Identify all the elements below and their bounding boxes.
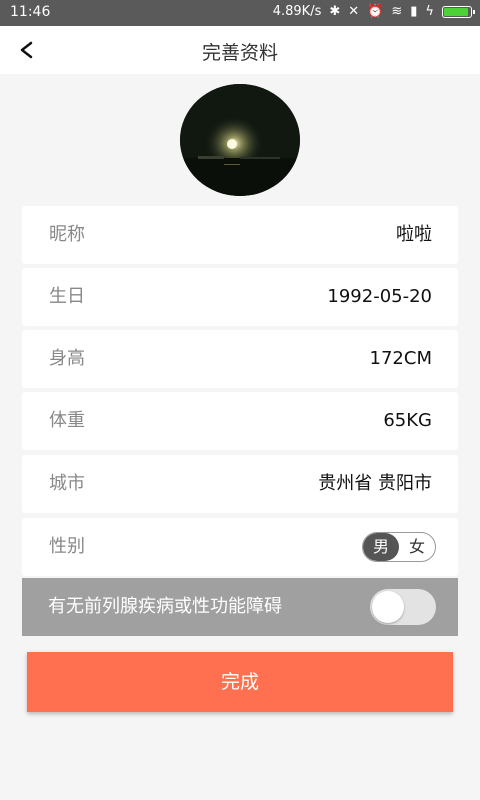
nickname-label: 昵称: [49, 224, 85, 245]
nickname-value: 啦啦: [396, 224, 432, 245]
alarm-icon: ⏰: [367, 4, 384, 19]
network-speed: 4.89K/s: [272, 4, 322, 19]
birthday-row[interactable]: 生日 1992-05-20: [22, 268, 458, 326]
birthday-value: 1992-05-20: [327, 286, 432, 307]
wifi-icon: ≋: [391, 4, 403, 19]
done-button[interactable]: 完成: [27, 652, 453, 712]
bluetooth-icon: ✱: [329, 4, 341, 19]
battery-icon: [442, 6, 475, 18]
signal-icon: ▮: [410, 4, 418, 19]
status-icons: 4.89K/s ✱ ✕ ⏰ ≋ ▮ ϟ: [272, 4, 475, 20]
status-bar: 11:46 4.89K/s ✱ ✕ ⏰ ≋ ▮ ϟ: [0, 0, 480, 26]
city-row[interactable]: 城市 贵州省 贵阳市: [22, 455, 458, 513]
birthday-label: 生日: [49, 286, 85, 307]
prostate-question-toggle[interactable]: [370, 589, 436, 625]
mute-icon: ✕: [348, 4, 360, 19]
gender-label: 性别: [49, 536, 85, 557]
gender-male-option[interactable]: 男: [363, 533, 399, 561]
charging-icon: ϟ: [425, 4, 434, 19]
status-time: 11:46: [10, 4, 51, 20]
app-header: 完善资料: [0, 26, 480, 74]
city-value: 贵州省 贵阳市: [318, 473, 432, 494]
prostate-question-row: 有无前列腺疾病或性功能障碍: [22, 578, 458, 636]
avatar-photo: [180, 84, 300, 196]
page-title: 完善资料: [201, 42, 278, 64]
height-row[interactable]: 身高 172CM: [22, 330, 458, 388]
height-value: 172CM: [369, 348, 432, 369]
gender-switch[interactable]: 男 女: [362, 532, 436, 562]
gender-female-option[interactable]: 女: [399, 533, 435, 561]
weight-row[interactable]: 体重 65KG: [22, 392, 458, 450]
weight-value: 65KG: [383, 410, 432, 431]
weight-label: 体重: [49, 410, 85, 431]
height-label: 身高: [49, 348, 85, 369]
nickname-row[interactable]: 昵称 啦啦: [22, 206, 458, 264]
city-label: 城市: [49, 473, 85, 494]
prostate-question-label: 有无前列腺疾病或性功能障碍: [48, 596, 282, 617]
toggle-knob: [372, 591, 404, 623]
gender-row: 性别 男 女: [22, 518, 458, 576]
avatar[interactable]: [180, 84, 300, 196]
